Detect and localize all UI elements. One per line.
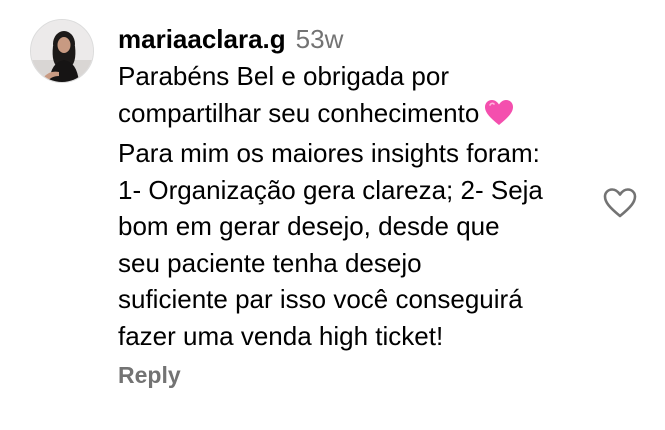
comment-line: seu paciente tenha desejo (118, 247, 422, 278)
comment-timestamp[interactable]: 53w (296, 20, 344, 58)
comment: mariaaclara.g 53w Parabéns Bel e obrigad… (0, 0, 665, 430)
comment-line: bom em gerar desejo, desde que (118, 211, 500, 241)
heart-outline-icon (603, 188, 637, 218)
comment-header: mariaaclara.g 53w (118, 20, 598, 58)
like-button[interactable] (603, 187, 637, 219)
comment-line: fazer uma venda high ticket! (118, 320, 444, 351)
comment-content: mariaaclara.g 53w Parabéns Bel e obrigad… (118, 20, 598, 354)
comment-line: suficiente par isso você conseguirá (118, 284, 523, 314)
comment-line-with-emoji: compartilhar seu conhecimento (118, 95, 598, 136)
comment-line: compartilhar seu conhecimento (118, 97, 480, 128)
comment-line: Parabéns Bel e obrigada por (118, 61, 450, 91)
avatar[interactable] (30, 19, 94, 83)
comment-line: 1- Organização gera clareza; 2- Seja (118, 174, 543, 205)
comment-text: Parabéns Bel e obrigada por compartilhar… (118, 58, 598, 354)
avatar-photo (31, 20, 93, 82)
username-link[interactable]: mariaaclara.g (118, 20, 286, 58)
pink-heart-icon (485, 99, 514, 136)
comment-line: Para mim os maiores insights foram: (118, 138, 540, 168)
reply-button[interactable]: Reply (118, 362, 181, 389)
